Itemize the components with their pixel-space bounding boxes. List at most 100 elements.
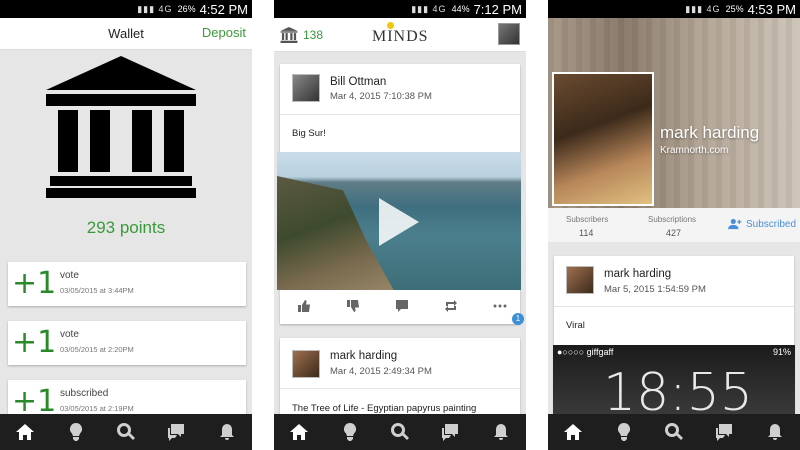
battery-level: 44% [451, 4, 470, 14]
bottom-nav [548, 414, 800, 450]
user-avatar[interactable] [498, 23, 520, 45]
nav-home[interactable] [11, 418, 39, 446]
search-icon [664, 423, 683, 440]
wallet-points-count[interactable]: 138 [303, 28, 323, 42]
wallet-icon[interactable] [280, 27, 298, 43]
nav-messages[interactable] [436, 418, 464, 446]
nav-search[interactable] [112, 418, 140, 446]
nav-search[interactable] [386, 418, 414, 446]
subscribed-label: Subscribed [746, 218, 797, 230]
subscribed-button[interactable]: Subscribed [728, 218, 796, 230]
bottom-nav [274, 414, 526, 450]
post-date: Mar 4, 2015 7:10:38 PM [330, 91, 432, 102]
wallet-header: Wallet Deposit [0, 18, 252, 50]
status-bar: ▮▮▮ 4G 25% 4:53 PM [548, 0, 800, 18]
nav-notifications[interactable] [761, 418, 789, 446]
phone-wallet-screen: ▮▮▮ 4G 26% 4:52 PM Wallet Deposit 293 po… [0, 0, 252, 450]
avatar[interactable] [566, 266, 594, 294]
nav-ideas[interactable] [336, 418, 364, 446]
nav-messages[interactable] [710, 418, 738, 446]
nav-messages[interactable] [162, 418, 190, 446]
transaction-date: 03/05/2015 at 3:44PM [60, 286, 134, 295]
bell-icon [767, 424, 782, 440]
status-bar: ▮▮▮ 4G 44% 7:12 PM [274, 0, 526, 18]
transaction-amount: +1 [12, 266, 57, 301]
chat-icon [442, 424, 459, 441]
signal-icon: ▮▮▮ 4G [411, 3, 447, 14]
divider [554, 306, 794, 307]
signal-icon: ▮▮▮ 4G [137, 3, 173, 14]
divider [280, 388, 520, 389]
search-icon [116, 423, 135, 440]
post-text: Big Sur! [292, 128, 326, 139]
post-author[interactable]: mark harding [330, 350, 397, 362]
subscriptions-count[interactable]: 427 [666, 228, 681, 238]
deposit-button[interactable]: Deposit [202, 25, 246, 40]
play-icon[interactable] [379, 198, 419, 246]
status-time: 7:12 PM [473, 1, 522, 17]
ios-battery: 91% [772, 347, 791, 357]
profile-handle[interactable]: Kramnorth.com [660, 145, 728, 156]
transaction-card[interactable]: +1 vote 03/05/2015 at 2:20PM [8, 321, 246, 365]
status-time: 4:53 PM [747, 1, 796, 17]
signal-icon: ▮▮▮ 4G [685, 3, 721, 14]
nav-notifications[interactable] [213, 418, 241, 446]
home-icon [564, 424, 583, 440]
nav-ideas[interactable] [62, 418, 90, 446]
avatar[interactable] [292, 350, 320, 378]
home-icon [16, 424, 35, 440]
divider [280, 114, 520, 115]
battery-level: 25% [725, 4, 744, 14]
transaction-label: subscribed [60, 388, 109, 399]
transaction-label: vote [60, 270, 79, 281]
nav-search[interactable] [660, 418, 688, 446]
phone-profile-screen: ▮▮▮ 4G 25% 4:53 PM mark harding Kramnort… [548, 0, 800, 450]
ios-carrier: ●○○○○ giffgaff [557, 347, 614, 357]
lightbulb-icon [617, 422, 630, 441]
post-image-screenshot[interactable]: ●○○○○ giffgaff 91% 18:55 [553, 345, 795, 415]
post-date: Mar 4, 2015 2:49:34 PM [330, 366, 432, 377]
add-user-icon [728, 218, 742, 230]
comment-icon[interactable] [395, 299, 409, 313]
notification-badge: 1 [512, 313, 524, 325]
bank-icon [46, 56, 196, 198]
feed-header: 138 MINDS [274, 18, 526, 52]
more-icon[interactable] [493, 299, 507, 313]
nav-home[interactable] [559, 418, 587, 446]
post-date: Mar 5, 2015 1:54:59 PM [604, 284, 706, 295]
nav-notifications[interactable] [487, 418, 515, 446]
transaction-amount: +1 [12, 325, 57, 360]
transaction-card[interactable]: +1 vote 03/05/2015 at 3:44PM [8, 262, 246, 306]
battery-level: 26% [177, 4, 196, 14]
bell-icon [493, 424, 508, 440]
avatar[interactable] [292, 74, 320, 102]
thumbs-down-icon[interactable] [346, 299, 360, 313]
remind-icon[interactable] [444, 299, 458, 313]
post-card: Bill Ottman Mar 4, 2015 7:10:38 PM Big S… [277, 64, 521, 324]
transaction-date: 03/05/2015 at 2:19PM [60, 404, 134, 413]
transaction-label: vote [60, 329, 79, 340]
profile-photo[interactable] [552, 72, 654, 206]
bottom-nav [0, 414, 252, 450]
thumbs-up-icon[interactable] [297, 299, 311, 313]
points-balance: 293 points [86, 218, 166, 237]
transaction-date: 03/05/2015 at 2:20PM [60, 345, 134, 354]
nav-ideas[interactable] [610, 418, 638, 446]
post-author[interactable]: Bill Ottman [330, 76, 386, 88]
bell-icon [219, 424, 234, 440]
phone-newsfeed-screen: ▮▮▮ 4G 44% 7:12 PM 138 MINDS Bill Ottman… [274, 0, 526, 450]
chat-icon [168, 424, 185, 441]
video-thumbnail[interactable] [277, 152, 521, 290]
post-text: Viral [566, 320, 585, 331]
post-text: The Tree of Life - Egyptian papyrus pain… [292, 403, 477, 414]
nav-home[interactable] [285, 418, 313, 446]
status-bar: ▮▮▮ 4G 26% 4:52 PM [0, 0, 252, 18]
search-icon [390, 423, 409, 440]
chat-icon [716, 424, 733, 441]
subscribers-count[interactable]: 114 [579, 228, 593, 238]
minds-logo[interactable]: MINDS [372, 28, 429, 46]
lightbulb-icon [343, 422, 356, 441]
post-author[interactable]: mark harding [604, 268, 671, 280]
status-time: 4:52 PM [199, 1, 248, 17]
subscriptions-label: Subscriptions [648, 215, 697, 224]
